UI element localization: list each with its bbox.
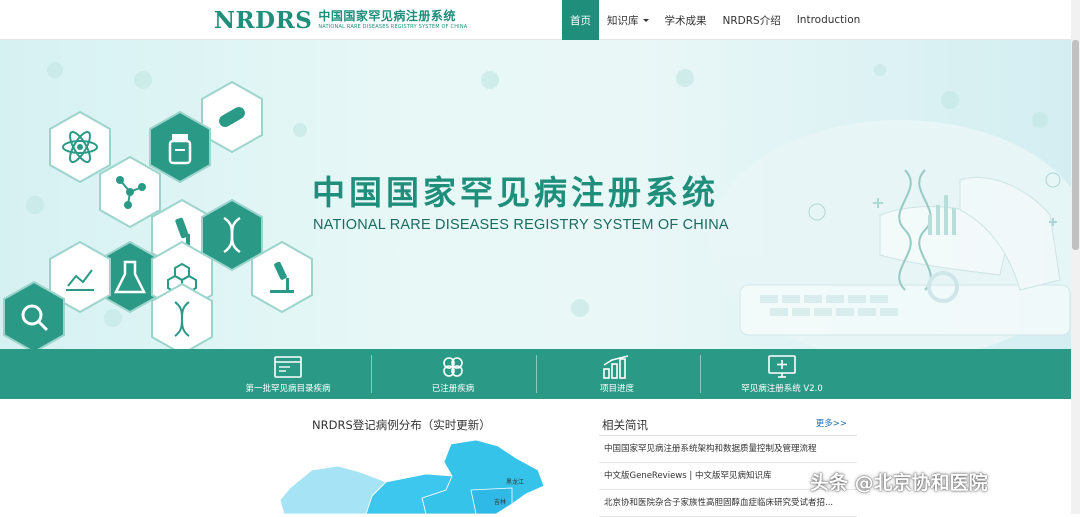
feature-label: 第一批罕见病目录疾病 (245, 383, 331, 394)
hero-banner: 中国国家罕见病注册系统 NATIONAL RARE DISEASES REGIS… (0, 40, 1071, 350)
bar-chart-icon (602, 354, 632, 379)
map-title: NRDRS登记病例分布（实时更新） (312, 418, 491, 432)
nav-home-label: 首页 (570, 14, 591, 27)
nav-knowledge-base-label: 知识库 (607, 14, 639, 27)
map-label-heilongjiang: 黑龙江 (506, 478, 524, 486)
feature-label: 已注册疾病 (431, 383, 475, 394)
logo-mark: NRDRS (214, 6, 313, 34)
search-hex-icon (2, 280, 66, 350)
feature-registry-v2[interactable]: 罕见病注册系统 V2.0 (697, 349, 867, 399)
watermark-text: 头条 @北京协和医院 (810, 472, 988, 494)
case-distribution-map[interactable]: 黑龙江 吉林 (276, 438, 556, 514)
browser-window-icon (274, 355, 302, 379)
news-panel: 相关简讯 更多>> 中国国家罕见病注册系统架构和数据质量控制及管理流程 中文版G… (599, 412, 857, 517)
logo-title-en: NATIONAL RARE DISEASES REGISTRY SYSTEM O… (318, 24, 468, 30)
feature-label: 罕见病注册系统 V2.0 (741, 383, 823, 394)
nav-nrdrs-intro[interactable]: NRDRS介绍 (715, 0, 789, 40)
map-label-jilin: 吉林 (494, 498, 506, 506)
nav-introduction-label: Introduction (796, 14, 861, 26)
site-logo[interactable]: NRDRS 中国国家罕见病注册系统 NATIONAL RARE DISEASES… (214, 6, 467, 34)
nav-knowledge-base[interactable]: 知识库 (599, 0, 657, 40)
dna-alt-hex-icon (150, 282, 214, 350)
news-more-link[interactable]: 更多>> (816, 417, 847, 429)
feature-label: 项目进度 (599, 383, 634, 394)
logo-text: 中国国家罕见病注册系统 NATIONAL RARE DISEASES REGIS… (318, 10, 467, 30)
banner-title-en: NATIONAL RARE DISEASES REGISTRY SYSTEM O… (313, 217, 729, 233)
nav-home[interactable]: 首页 (562, 0, 599, 40)
news-item[interactable]: 中国国家罕见病注册系统架构和数据质量控制及管理流程 (599, 436, 857, 463)
feature-first-batch-diseases[interactable]: 第一批罕见病目录疾病 (203, 349, 373, 399)
logo-title-cn: 中国国家罕见病注册系统 (318, 9, 456, 23)
microscope-alt-hex-icon (250, 240, 314, 314)
clover-icon (441, 355, 465, 379)
feature-registered-diseases[interactable]: 已注册疾病 (368, 349, 538, 399)
feature-bar: 第一批罕见病目录疾病 已注册疾病 项目进度 罕见病注册系统 V2.0 (0, 349, 1071, 399)
top-navbar: NRDRS 中国国家罕见病注册系统 NATIONAL RARE DISEASES… (0, 0, 1080, 40)
feature-project-progress[interactable]: 项目进度 (532, 349, 702, 399)
news-title: 相关简讯 (602, 418, 648, 432)
nav-academic-label: 学术成果 (664, 14, 707, 27)
page-scrollbar[interactable] (1071, 0, 1080, 514)
nav-nrdrs-intro-label: NRDRS介绍 (722, 14, 781, 27)
nav-academic[interactable]: 学术成果 (657, 0, 715, 40)
nav-introduction[interactable]: Introduction (789, 0, 869, 40)
main-nav: 首页 知识库 学术成果 NRDRS介绍 Introduction (562, 0, 868, 40)
banner-title-cn: 中国国家罕见病注册系统 (312, 173, 719, 212)
caret-down-icon (642, 18, 649, 22)
monitor-medical-icon (767, 354, 797, 379)
news-header: 相关简讯 更多>> (599, 412, 857, 436)
scrollbar-thumb[interactable] (1072, 40, 1079, 250)
